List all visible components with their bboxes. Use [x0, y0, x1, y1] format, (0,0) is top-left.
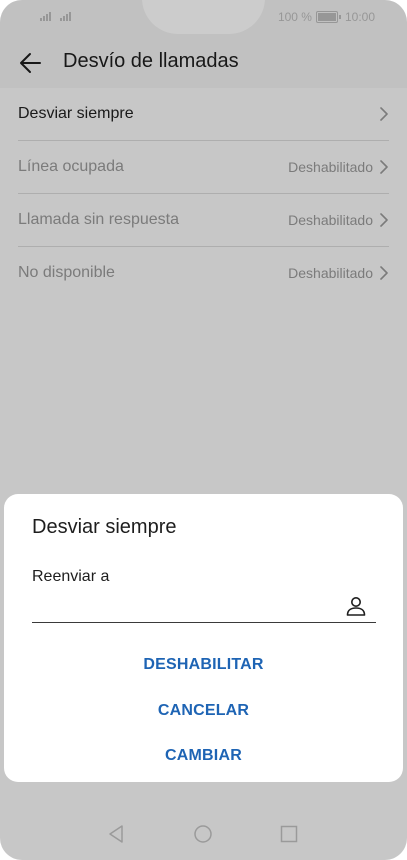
cancel-button[interactable]: CANCELAR: [4, 691, 403, 731]
navigation-bar: [0, 808, 407, 860]
forward-number-input[interactable]: [32, 592, 344, 618]
circle-home-icon[interactable]: [193, 824, 213, 849]
phone-screen: 100 % 10:00 Desvío de llamadas Desviar s…: [0, 0, 407, 860]
input-underline: [32, 622, 376, 623]
forward-dialog: Desviar siempre Reenviar a DESHABILITAR …: [4, 494, 403, 782]
change-button[interactable]: CAMBIAR: [4, 736, 403, 776]
contact-person-icon[interactable]: [344, 594, 368, 618]
disable-button[interactable]: DESHABILITAR: [4, 645, 403, 685]
triangle-back-icon[interactable]: [106, 824, 126, 849]
square-recents-icon[interactable]: [280, 825, 298, 848]
field-label: Reenviar a: [32, 568, 110, 585]
dialog-title: Desviar siempre: [32, 516, 177, 538]
